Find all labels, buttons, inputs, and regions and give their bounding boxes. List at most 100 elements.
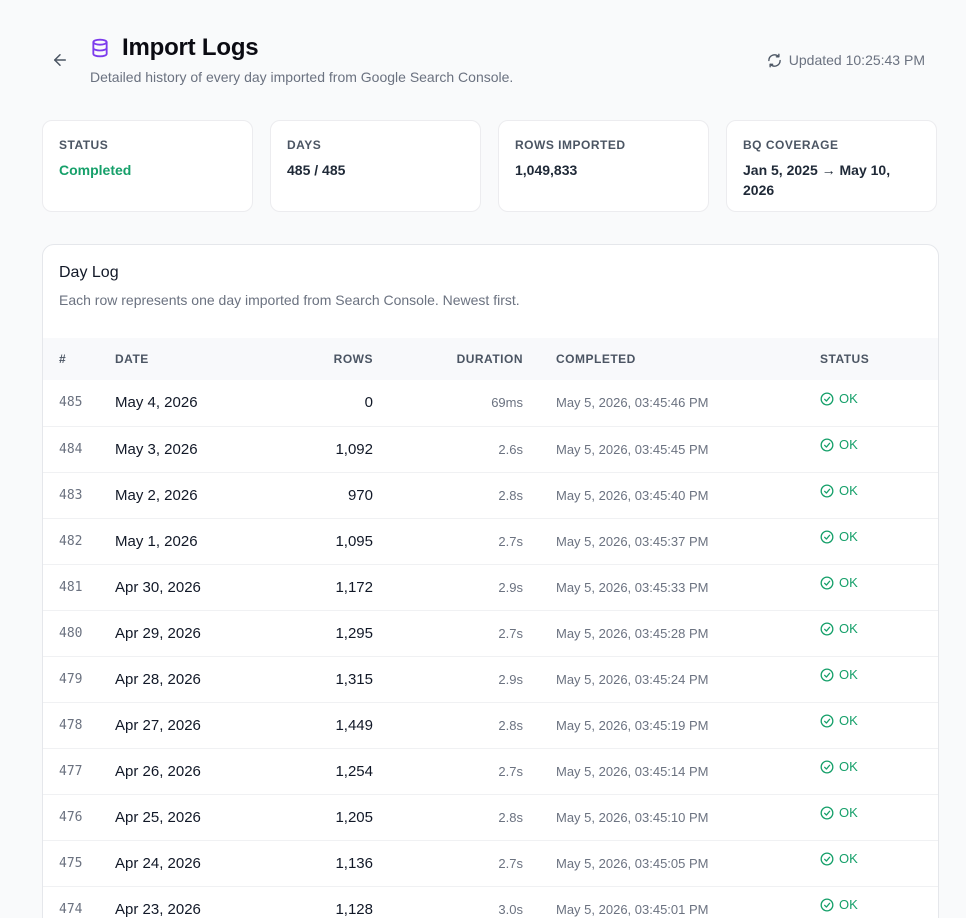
status-badge: OK (820, 667, 858, 682)
status-text: OK (839, 621, 858, 637)
table-row[interactable]: 482 May 1, 2026 1,095 2.7s May 5, 2026, 03:4… (43, 518, 938, 564)
row-date: Apr 25, 2026 (115, 808, 201, 826)
day-log-panel: Day Log Each row represents one day impo… (42, 244, 939, 918)
status-text: OK (839, 805, 858, 821)
row-number: 477 (59, 763, 83, 779)
row-number: 484 (59, 441, 83, 457)
row-status: OK (820, 748, 938, 794)
table-row[interactable]: 478 Apr 27, 2026 1,449 2.8s May 5, 2026, 03:… (43, 702, 938, 748)
table-row[interactable]: 485 May 4, 2026 0 69ms May 5, 2026, 03:45:46… (43, 380, 938, 426)
table-row[interactable]: 475 Apr 24, 2026 1,136 2.7s May 5, 2026, 03:… (43, 840, 938, 886)
row-completed: May 5, 2026, 03:45:10 PM (556, 809, 709, 825)
check-circle-icon (820, 392, 834, 406)
row-date: May 2, 2026 (115, 486, 198, 504)
row-rows: 1,254 (335, 762, 373, 780)
table-header: # DATE ROWS DURATION COMPLETED STATUS (43, 338, 938, 380)
row-date: Apr 29, 2026 (115, 624, 201, 642)
status-badge: OK (820, 851, 858, 866)
row-date: May 4, 2026 (115, 394, 198, 412)
back-button[interactable] (48, 48, 72, 72)
check-circle-icon (820, 530, 834, 544)
status-text: OK (839, 483, 858, 499)
column-header-status[interactable]: STATUS (820, 338, 938, 380)
row-completed: May 5, 2026, 03:45:37 PM (556, 533, 709, 549)
page-subtitle: Detailed history of every day imported f… (90, 69, 514, 85)
row-completed: May 5, 2026, 03:45:45 PM (556, 441, 709, 457)
row-duration: 2.9s (498, 579, 523, 595)
row-completed: May 5, 2026, 03:45:40 PM (556, 487, 709, 503)
row-duration: 2.8s (498, 717, 523, 733)
last-updated-text: Updated 10:25:43 PM (788, 52, 925, 68)
column-header-completed[interactable]: COMPLETED (523, 338, 820, 380)
row-date: Apr 26, 2026 (115, 762, 201, 780)
row-rows: 1,092 (335, 440, 373, 458)
status-badge: OK (820, 621, 858, 636)
check-circle-icon (820, 622, 834, 636)
day-log-description: Each row represents one day imported fro… (59, 292, 520, 308)
column-header-date[interactable]: DATE (115, 338, 265, 380)
check-circle-icon (820, 668, 834, 682)
stat-card-days: DAYS 485 / 485 (270, 120, 481, 212)
status-badge: OK (820, 805, 858, 820)
column-header-num[interactable]: # (43, 338, 115, 380)
column-header-rows[interactable]: ROWS (265, 338, 373, 380)
row-number: 478 (59, 717, 83, 733)
check-circle-icon (820, 714, 834, 728)
column-header-duration[interactable]: DURATION (373, 338, 523, 380)
day-log-table: # DATE ROWS DURATION COMPLETED STATUS 48… (43, 338, 938, 918)
check-circle-icon (820, 576, 834, 590)
row-duration: 2.7s (498, 855, 523, 871)
database-icon (90, 37, 112, 59)
row-duration: 2.7s (498, 625, 523, 641)
row-completed: May 5, 2026, 03:45:24 PM (556, 671, 709, 687)
row-number: 483 (59, 487, 83, 503)
stat-card-rows-imported: ROWS IMPORTED 1,049,833 (498, 120, 709, 212)
status-badge: OK (820, 483, 858, 498)
row-status: OK (820, 518, 938, 564)
table-row[interactable]: 474 Apr 23, 2026 1,128 3.0s May 5, 2026, 03:… (43, 886, 938, 918)
row-rows: 0 (364, 394, 373, 412)
status-text: OK (839, 667, 858, 683)
stat-value-bq-coverage: Jan 5, 2025 → May 10, 2026 (743, 162, 891, 198)
row-rows: 970 (347, 486, 373, 504)
row-duration: 2.8s (498, 487, 523, 503)
check-circle-icon (820, 484, 834, 498)
stat-label: STATUS (59, 138, 109, 152)
row-rows: 1,128 (335, 900, 373, 918)
table-row[interactable]: 481 Apr 30, 2026 1,172 2.9s May 5, 2026, 03:… (43, 564, 938, 610)
table-row[interactable]: 479 Apr 28, 2026 1,315 2.9s May 5, 2026, 03:… (43, 656, 938, 702)
page-header: Import Logs (90, 34, 259, 62)
table-row[interactable]: 476 Apr 25, 2026 1,205 2.8s May 5, 2026, 03:… (43, 794, 938, 840)
row-number: 474 (59, 901, 83, 917)
check-circle-icon (820, 806, 834, 820)
status-badge: OK (820, 575, 858, 590)
stat-value-status: Completed (59, 162, 132, 178)
row-status: OK (820, 610, 938, 656)
row-rows: 1,449 (335, 716, 373, 734)
row-number: 475 (59, 855, 83, 871)
table-row[interactable]: 480 Apr 29, 2026 1,295 2.7s May 5, 2026, 03:… (43, 610, 938, 656)
row-duration: 2.8s (498, 809, 523, 825)
row-number: 482 (59, 533, 83, 549)
stat-card-status: STATUS Completed (42, 120, 253, 212)
row-status: OK (820, 886, 938, 918)
stat-label: DAYS (287, 138, 322, 152)
row-date: Apr 27, 2026 (115, 716, 201, 734)
status-badge: OK (820, 529, 858, 544)
row-rows: 1,172 (335, 578, 373, 596)
row-duration: 69ms (491, 395, 523, 411)
row-date: May 1, 2026 (115, 532, 198, 550)
row-duration: 2.7s (498, 763, 523, 779)
row-status: OK (820, 656, 938, 702)
row-completed: May 5, 2026, 03:45:19 PM (556, 717, 709, 733)
table-row[interactable]: 483 May 2, 2026 970 2.8s May 5, 2026, 03:45:… (43, 472, 938, 518)
status-text: OK (839, 851, 858, 867)
check-circle-icon (820, 898, 834, 912)
table-row[interactable]: 477 Apr 26, 2026 1,254 2.7s May 5, 2026, 03:… (43, 748, 938, 794)
stats-row: STATUS Completed DAYS 485 / 485 ROWS IMP… (42, 120, 937, 212)
row-completed: May 5, 2026, 03:45:33 PM (556, 579, 709, 595)
table-row[interactable]: 484 May 3, 2026 1,092 2.6s May 5, 2026, 03:4… (43, 426, 938, 472)
row-status: OK (820, 380, 938, 426)
table-header-row: # DATE ROWS DURATION COMPLETED STATUS (43, 338, 938, 380)
status-badge: OK (820, 897, 858, 912)
